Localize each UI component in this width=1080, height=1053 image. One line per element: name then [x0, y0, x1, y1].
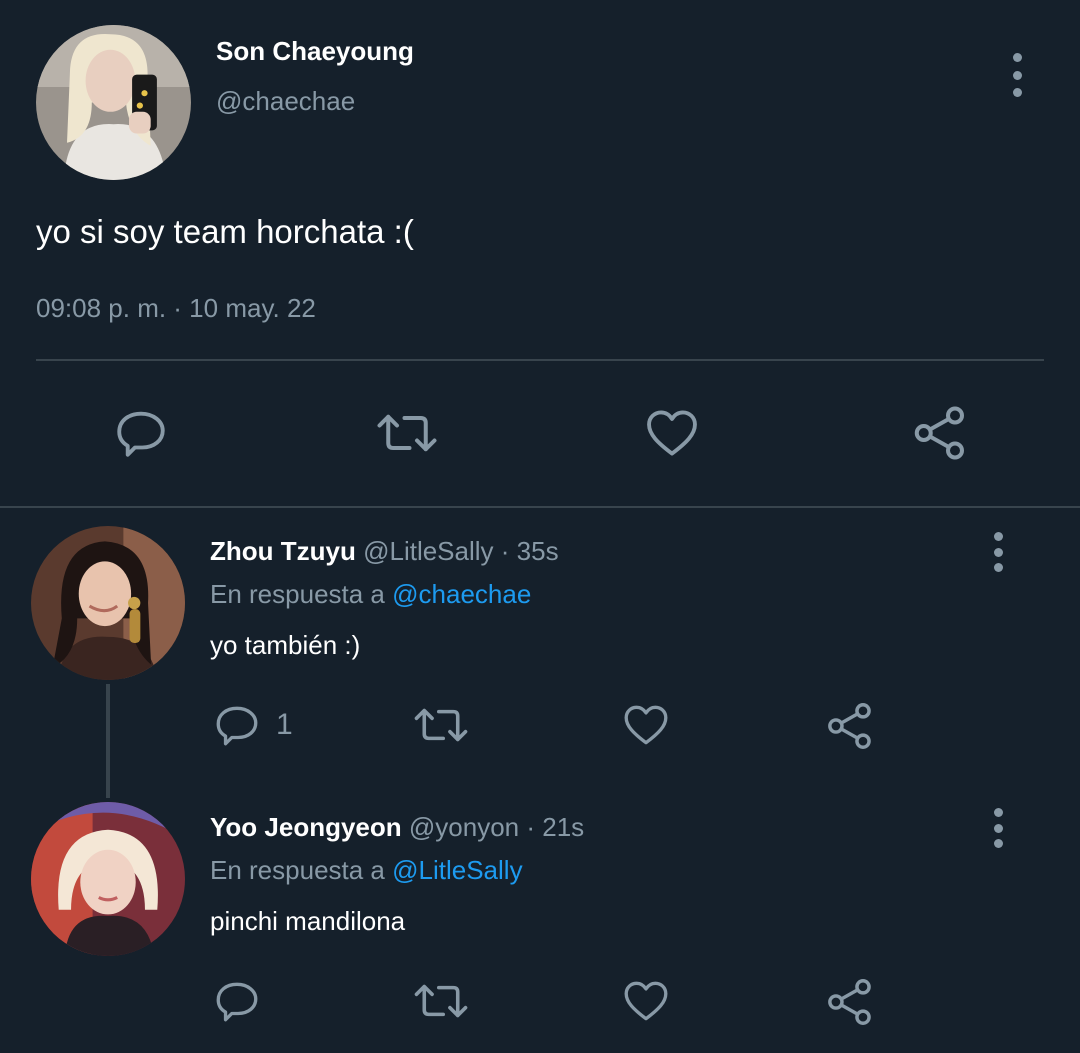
- reply-icon: [117, 411, 165, 457]
- reply-author-name[interactable]: Zhou Tzuyu: [210, 536, 356, 566]
- main-tweet-avatar[interactable]: [36, 25, 191, 180]
- main-tweet-author-name[interactable]: Son Chaeyoung: [216, 36, 414, 66]
- more-dot-icon: [1012, 88, 1022, 97]
- reply-author-name[interactable]: Yoo Jeongyeon: [210, 812, 402, 842]
- replying-to-label: En respuesta a: [210, 855, 385, 885]
- like-button[interactable]: [620, 976, 672, 1026]
- like-button[interactable]: [642, 404, 702, 462]
- main-tweet-handle[interactable]: @chaechae: [216, 86, 355, 116]
- replying-to-label: En respuesta a: [210, 579, 385, 609]
- share-button[interactable]: [824, 700, 876, 752]
- retweet-button[interactable]: [374, 403, 440, 463]
- reply-handle-time[interactable]: @LitleSally · 35s: [363, 536, 558, 566]
- thread-connector-line: [106, 684, 110, 798]
- more-dot-icon: [993, 808, 1003, 817]
- share-button[interactable]: [824, 976, 876, 1028]
- retweet-icon: [377, 414, 437, 452]
- retweet-button[interactable]: [412, 698, 470, 752]
- reply-text: pinchi mandilona: [210, 906, 406, 936]
- reply-icon: [216, 706, 258, 746]
- reply-count: 1: [276, 708, 293, 741]
- replying-to-mention[interactable]: @LitleSally: [392, 855, 522, 885]
- retweet-icon: [414, 708, 468, 742]
- more-dot-icon: [993, 532, 1003, 541]
- more-dot-icon: [993, 823, 1003, 833]
- heart-icon: [624, 981, 668, 1021]
- main-tweet-timestamp: 09:08 p. m. · 10 may. 22: [36, 293, 316, 323]
- reply-icon: [216, 982, 258, 1022]
- retweet-icon: [414, 984, 468, 1018]
- share-icon: [914, 406, 964, 460]
- more-dot-icon: [993, 563, 1003, 572]
- reply-avatar[interactable]: [31, 526, 185, 680]
- heart-icon: [647, 410, 697, 456]
- replying-to-mention[interactable]: @chaechae: [392, 579, 531, 609]
- avatar-photo-icon: [36, 25, 191, 180]
- share-icon: [828, 703, 871, 749]
- reply-button[interactable]: [212, 976, 276, 1026]
- reply-header: Yoo Jeongyeon @yonyon · 21s: [210, 811, 584, 843]
- section-divider: [0, 506, 1080, 508]
- more-dot-icon: [993, 839, 1003, 848]
- reply-more-menu[interactable]: [986, 808, 1010, 848]
- share-icon: [828, 979, 871, 1025]
- replying-to: En respuesta a @chaechae: [210, 578, 531, 610]
- heart-icon: [624, 705, 668, 745]
- avatar-photo-icon: [31, 526, 185, 680]
- more-dot-icon: [1012, 70, 1022, 80]
- main-tweet-more-menu[interactable]: [1005, 53, 1029, 97]
- main-tweet-divider: [36, 359, 1044, 361]
- like-button[interactable]: [620, 700, 672, 750]
- replying-to: En respuesta a @LitleSally: [210, 854, 523, 886]
- reply-avatar[interactable]: [31, 802, 185, 956]
- more-dot-icon: [1012, 53, 1022, 62]
- reply-more-menu[interactable]: [986, 532, 1010, 572]
- main-tweet-text: yo si soy team horchata :(: [36, 213, 414, 250]
- reply-handle-time[interactable]: @yonyon · 21s: [409, 812, 584, 842]
- reply-button[interactable]: [112, 404, 170, 462]
- reply-text: yo también :): [210, 630, 361, 660]
- avatar-photo-icon: [31, 802, 185, 956]
- share-button[interactable]: [910, 403, 970, 463]
- retweet-button[interactable]: [412, 974, 470, 1028]
- reply-button[interactable]: 1: [212, 700, 293, 750]
- more-dot-icon: [993, 547, 1003, 557]
- reply-header: Zhou Tzuyu @LitleSally · 35s: [210, 535, 559, 567]
